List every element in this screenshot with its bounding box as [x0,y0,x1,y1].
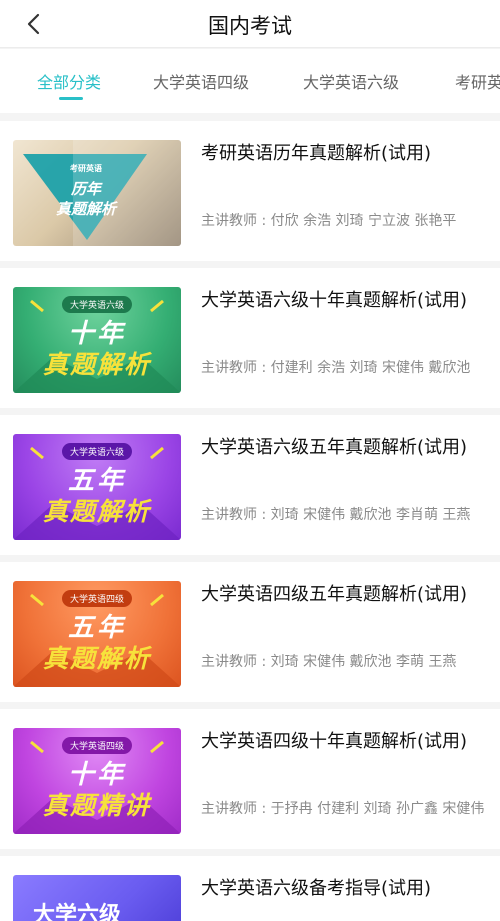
list-item[interactable]: 大学英语四级 五年 真题解析 大学英语四级五年真题解析(试用) 主讲教师 : 刘… [0,562,500,702]
thumb-badge: 大学英语六级 [61,443,133,460]
thumb-badge: 大学英语六级 [61,296,133,313]
course-title: 大学英语四级十年真题解析(试用) [201,731,468,752]
course-title: 大学英语六级备考指导(试用) [201,878,432,899]
page-title: 国内考试 [208,14,292,38]
thumb-line2: 真题解析 [42,497,151,526]
course-thumbnail: 大学英语六级 五年 真题解析 [13,434,181,540]
thumb-line2: 真题解析 [42,350,151,379]
list-item[interactable]: 大学英语六级 五年 真题解析 大学英语六级五年真题解析(试用) 主讲教师 : 刘… [0,415,500,555]
thumb-badge: 大学英语四级 [61,737,133,754]
thumb-line1: 大学六级 [32,903,121,921]
course-thumbnail: 大学六级 [13,875,181,921]
course-teachers: 主讲教师 : 于抒冉 付建利 刘琦 孙广鑫 宋健伟 [201,801,485,817]
course-title: 大学英语四级五年真题解析(试用) [201,584,468,605]
thumb-line2: 真题解析 [55,200,116,218]
course-teachers: 主讲教师 : 付建利 余浩 刘琦 宋健伟 戴欣池 [201,360,471,376]
course-title: 考研英语历年真题解析(试用) [201,143,432,164]
thumb-line2: 真题解析 [42,644,151,673]
list-item[interactable]: 考研英语 历年 真题解析 考研英语历年真题解析(试用) 主讲教师 : 付欣 余浩… [0,121,500,261]
tab-cet4[interactable]: 大学英语四级 [153,69,249,93]
course-thumbnail: 大学英语四级 五年 真题解析 [13,581,181,687]
course-teachers: 主讲教师 : 刘琦 宋健伟 戴欣池 李萌 王燕 [201,654,457,670]
list-item[interactable]: 大学英语六级 十年 真题解析 大学英语六级十年真题解析(试用) 主讲教师 : 付… [0,268,500,408]
course-title: 大学英语六级十年真题解析(试用) [201,290,468,311]
active-tab-indicator [59,97,83,100]
tab-cet6[interactable]: 大学英语六级 [303,69,399,93]
thumb-line1: 历年 [70,180,101,198]
course-teachers: 主讲教师 : 刘琦 宋健伟 戴欣池 李肖萌 王燕 [201,507,471,523]
thumb-line2: 真题精讲 [42,791,151,820]
header-bar: 国内考试 [0,0,500,48]
tab-postgrad[interactable]: 考研英 [455,69,500,93]
course-thumbnail: 考研英语 历年 真题解析 [13,140,181,246]
course-thumbnail: 大学英语六级 十年 真题解析 [13,287,181,393]
list-item[interactable]: 大学六级 大学英语六级备考指导(试用) [0,856,500,921]
course-teachers: 主讲教师 : 付欣 余浩 刘琦 宁立波 张艳平 [201,213,457,229]
course-title: 大学英语六级五年真题解析(试用) [201,437,468,458]
thumb-badge: 考研英语 [70,164,102,173]
thumb-badge: 大学英语四级 [61,590,133,607]
category-tabs: 全部分类 大学英语四级 大学英语六级 考研英 [0,49,500,113]
course-thumbnail: 大学英语四级 十年 真题精讲 [13,728,181,834]
list-item[interactable]: 大学英语四级 十年 真题精讲 大学英语四级十年真题解析(试用) 主讲教师 : 于… [0,709,500,849]
tab-all[interactable]: 全部分类 [37,69,101,93]
